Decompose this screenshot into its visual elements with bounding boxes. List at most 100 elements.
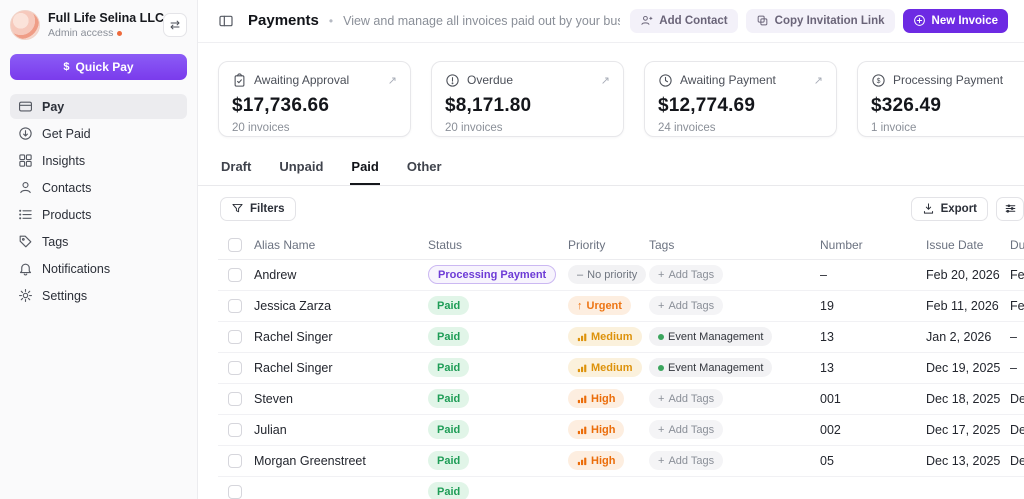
cell-due-date: Feb bbox=[1010, 268, 1024, 282]
status-badge: Paid bbox=[428, 389, 469, 408]
row-checkbox[interactable] bbox=[228, 485, 242, 499]
sidebar-item-tags[interactable]: Tags bbox=[10, 229, 187, 254]
row-checkbox[interactable] bbox=[228, 268, 242, 282]
copy-invitation-link-button[interactable]: Copy Invitation Link bbox=[746, 9, 895, 33]
add-tags-button[interactable]: +Add Tags bbox=[649, 389, 723, 408]
page-subtitle: View and manage all invoices paid out by… bbox=[343, 14, 620, 28]
priority-badge[interactable]: –No priority bbox=[568, 265, 646, 284]
external-link-icon[interactable]: ↗ bbox=[601, 74, 610, 87]
sidebar-item-label: Tags bbox=[42, 235, 68, 249]
priority-badge[interactable]: Medium bbox=[568, 327, 642, 346]
plus-icon: + bbox=[658, 455, 664, 467]
org-switch-button[interactable]: ⇄ bbox=[163, 13, 187, 37]
card-amount: $326.49 bbox=[871, 95, 1024, 117]
main-content: Payments • View and manage all invoices … bbox=[198, 0, 1024, 499]
row-checkbox[interactable] bbox=[228, 392, 242, 406]
card-awaiting-payment[interactable]: Awaiting Payment ↗ $12,774.69 24 invoice… bbox=[644, 61, 837, 137]
col-due-date: Due Date bbox=[1010, 238, 1024, 252]
quick-pay-button[interactable]: $ Quick Pay bbox=[10, 54, 187, 80]
cell-issue-date: Feb 11, 2026 bbox=[926, 299, 1010, 313]
row-checkbox[interactable] bbox=[228, 361, 242, 375]
tag-badge[interactable]: Event Management bbox=[649, 358, 772, 377]
external-link-icon[interactable]: ↗ bbox=[814, 74, 823, 87]
filters-button[interactable]: Filters bbox=[220, 197, 296, 221]
tab-draft[interactable]: Draft bbox=[220, 153, 252, 185]
cell-alias-name: Morgan Greenstreet bbox=[254, 454, 428, 468]
row-checkbox[interactable] bbox=[228, 423, 242, 437]
card-awaiting-approval[interactable]: Awaiting Approval ↗ $17,736.66 20 invoic… bbox=[218, 61, 411, 137]
people-icon bbox=[18, 180, 33, 195]
priority-badge[interactable]: ↑Urgent bbox=[568, 296, 631, 315]
download-icon bbox=[922, 202, 935, 215]
add-contact-button[interactable]: Add Contact bbox=[630, 9, 737, 33]
add-tags-button[interactable]: +Add Tags bbox=[649, 451, 723, 470]
tag-color-dot bbox=[658, 365, 664, 371]
add-tags-button[interactable]: +Add Tags bbox=[649, 420, 723, 439]
priority-badge[interactable]: High bbox=[568, 451, 624, 470]
sidebar-item-products[interactable]: Products bbox=[10, 202, 187, 227]
sidebar-item-contacts[interactable]: Contacts bbox=[10, 175, 187, 200]
table-row[interactable]: Rachel Singer Paid Medium Event Manageme… bbox=[218, 322, 1024, 353]
table-toolbar: Filters Export bbox=[198, 186, 1024, 232]
priority-badge[interactable]: Medium bbox=[568, 358, 642, 377]
sidebar-item-label: Notifications bbox=[42, 262, 110, 276]
table-row[interactable]: Julian Paid High +Add Tags 002 Dec 17, 2… bbox=[218, 415, 1024, 446]
person-plus-icon bbox=[640, 14, 653, 27]
org-role-label: Admin access bbox=[48, 27, 113, 39]
table-row[interactable]: Rachel Singer Paid Medium Event Manageme… bbox=[218, 353, 1024, 384]
tab-paid[interactable]: Paid bbox=[350, 153, 379, 185]
table-row[interactable]: Andrew Processing Payment –No priority +… bbox=[218, 260, 1024, 291]
priority-badge[interactable]: High bbox=[568, 420, 624, 439]
cell-number: 001 bbox=[820, 392, 926, 406]
alert-circle-icon bbox=[445, 73, 460, 88]
tab-other[interactable]: Other bbox=[406, 153, 443, 185]
card-label: Processing Payment bbox=[893, 73, 1024, 87]
export-button[interactable]: Export bbox=[911, 197, 988, 221]
plus-icon: + bbox=[658, 300, 664, 312]
table-row[interactable]: Morgan Greenstreet Paid High +Add Tags 0… bbox=[218, 446, 1024, 477]
cell-alias-name: Steven bbox=[254, 392, 428, 406]
sidebar-toggle-button[interactable] bbox=[214, 9, 238, 33]
sidebar-item-pay[interactable]: Pay bbox=[10, 94, 187, 119]
cell-issue-date: Dec 13, 2025 bbox=[926, 454, 1010, 468]
add-contact-label: Add Contact bbox=[659, 15, 727, 27]
row-checkbox[interactable] bbox=[228, 299, 242, 313]
status-badge: Paid bbox=[428, 451, 469, 470]
card-amount: $12,774.69 bbox=[658, 95, 823, 117]
card-count: 20 invoices bbox=[445, 122, 610, 134]
col-priority: Priority bbox=[568, 238, 649, 252]
tag-badge[interactable]: Event Management bbox=[649, 327, 772, 346]
add-tags-button[interactable]: +Add Tags bbox=[649, 296, 723, 315]
external-link-icon[interactable]: ↗ bbox=[388, 74, 397, 87]
status-badge: Paid bbox=[428, 327, 469, 346]
row-checkbox[interactable] bbox=[228, 454, 242, 468]
new-invoice-label: New Invoice bbox=[932, 15, 998, 27]
priority-badge[interactable]: High bbox=[568, 389, 624, 408]
invoice-tabs: Draft Unpaid Paid Other bbox=[198, 153, 1024, 186]
add-tags-button[interactable]: +Add Tags bbox=[649, 265, 723, 284]
sidebar-item-notifications[interactable]: Notifications bbox=[10, 256, 187, 281]
table-row[interactable]: Paid bbox=[218, 477, 1024, 499]
org-role: Admin access bbox=[48, 27, 155, 39]
copy-icon bbox=[756, 14, 769, 27]
cell-number: 19 bbox=[820, 299, 926, 313]
table-row[interactable]: Jessica Zarza Paid ↑Urgent +Add Tags 19 … bbox=[218, 291, 1024, 322]
cell-number: 13 bbox=[820, 361, 926, 375]
cell-due-date: Dec bbox=[1010, 423, 1024, 437]
tab-unpaid[interactable]: Unpaid bbox=[278, 153, 324, 185]
col-issue-date: Issue Date bbox=[926, 238, 1010, 252]
columns-button[interactable] bbox=[996, 197, 1024, 221]
card-overdue[interactable]: Overdue ↗ $8,171.80 20 invoices bbox=[431, 61, 624, 137]
sidebar-item-insights[interactable]: Insights bbox=[10, 148, 187, 173]
select-all-checkbox[interactable] bbox=[228, 238, 242, 252]
bars-icon bbox=[577, 363, 587, 373]
sidebar-item-settings[interactable]: Settings bbox=[10, 283, 187, 308]
table-row[interactable]: Steven Paid High +Add Tags 001 Dec 18, 2… bbox=[218, 384, 1024, 415]
card-processing-payment[interactable]: $ Processing Payment $326.49 1 invoice bbox=[857, 61, 1024, 137]
header-actions: Add Contact Copy Invitation Link New Inv… bbox=[630, 9, 1008, 33]
row-checkbox[interactable] bbox=[228, 330, 242, 344]
sidebar-item-get-paid[interactable]: Get Paid bbox=[10, 121, 187, 146]
clipboard-check-icon bbox=[232, 73, 247, 88]
bars-icon bbox=[577, 456, 587, 466]
new-invoice-button[interactable]: New Invoice bbox=[903, 9, 1008, 33]
